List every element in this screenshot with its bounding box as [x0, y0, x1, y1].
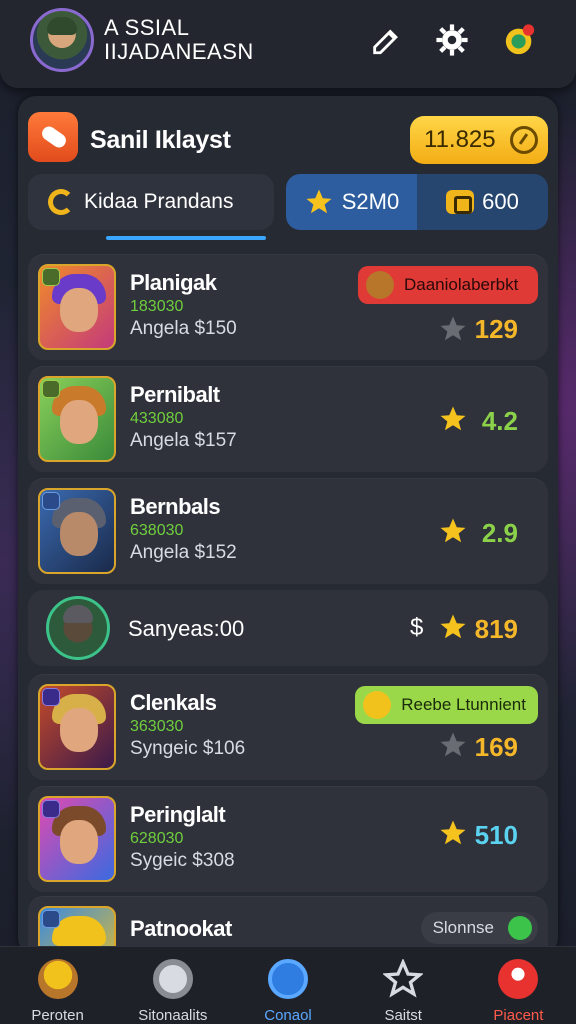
player-code: 183030: [130, 298, 184, 315]
stat-stars-value: S2M0: [341, 189, 400, 214]
player-score: 129: [474, 314, 518, 344]
player-subline: Angela $152: [130, 542, 237, 563]
hero-portrait: [38, 488, 116, 574]
gear-icon: [436, 24, 468, 56]
hero-portrait: [38, 796, 116, 882]
player-subline: Angela $157: [130, 430, 237, 451]
active-tab-indicator: [106, 236, 266, 240]
tab-primary[interactable]: Kidaa Prandans: [28, 174, 274, 230]
refresh-icon: [48, 189, 74, 215]
player-name: Bernbals: [130, 494, 221, 519]
stat-tickets[interactable]: 600: [417, 174, 548, 230]
list-item[interactable]: Pernibalt 433080 Angela $157 4.2: [28, 366, 548, 472]
main-panel: Sanil Iklayst 11.825 Kidaa Prandans S2M0…: [18, 96, 558, 956]
heart-icon: [152, 959, 193, 999]
notification-icon: [505, 24, 535, 55]
status-tag[interactable]: Slonnse: [420, 912, 538, 944]
player-code: 433080: [130, 410, 184, 427]
list-item[interactable]: Bernbals 638030 Angela $152 2.9: [28, 478, 548, 584]
summary-row[interactable]: Sanyeas:00 $ 819: [28, 590, 548, 666]
bottom-nav: Peroten Sitonaalits Conaol Saitst Piacen…: [0, 946, 576, 1024]
player-subline: Sygeic $308: [130, 850, 235, 871]
pencil-icon: [373, 29, 398, 55]
play-icon: [508, 916, 532, 940]
stat-tickets-value: 600: [482, 189, 519, 214]
summary-score: 819: [474, 614, 518, 644]
nav-label: Sitonaalits: [138, 1007, 208, 1024]
player-score: 169: [474, 732, 518, 762]
player-name: Peringlalt: [130, 802, 226, 827]
notification-button[interactable]: [500, 20, 540, 60]
nav-item-social[interactable]: Sitonaalits: [115, 947, 230, 1024]
badge-icon: [363, 691, 392, 719]
clock-icon: [510, 126, 538, 154]
tab-primary-label: Kidaa Prandans: [84, 190, 234, 213]
star-icon: [306, 189, 332, 214]
nav-item-favorites[interactable]: Saitst: [346, 947, 461, 1024]
player-score: 2.9: [481, 518, 518, 548]
hero-portrait: [38, 264, 116, 350]
star-icon: [440, 614, 466, 639]
coins-balance[interactable]: 11.825: [410, 116, 548, 164]
star-icon: [440, 732, 466, 757]
class-badge-icon: [42, 800, 60, 818]
nav-label: Conaol: [264, 1007, 312, 1024]
stat-group: S2M0 600: [286, 174, 548, 230]
nav-item-heroes[interactable]: Peroten: [0, 947, 115, 1024]
list-item[interactable]: Clenkals 363030 Syngeic $106 Reebe Ltunn…: [28, 674, 548, 780]
nav-label: Piacent: [493, 1007, 544, 1024]
star-icon: [383, 959, 424, 998]
player-code: 363030: [130, 718, 184, 735]
list-item[interactable]: Planigak 183030 Angela $150 Daaniolaberb…: [28, 254, 548, 360]
class-badge-icon: [42, 380, 60, 398]
nav-label: Saitst: [384, 1007, 422, 1024]
currency-symbol: $: [410, 614, 424, 641]
app-title: Sanil Iklayst: [90, 126, 231, 154]
profile-icon: [498, 959, 539, 999]
stat-stars[interactable]: S2M0: [286, 174, 417, 230]
status-tag[interactable]: Daaniolaberbkt: [358, 266, 538, 304]
player-subline: Syngeic $106: [130, 738, 246, 759]
class-badge-icon: [42, 492, 60, 510]
class-badge-icon: [42, 268, 60, 286]
player-code: 628030: [130, 830, 184, 847]
nav-label: Peroten: [31, 1007, 84, 1024]
player-name: Patnookat: [130, 916, 232, 941]
hero-portrait: [38, 376, 116, 462]
profile-avatar[interactable]: [30, 8, 94, 72]
class-badge-icon: [42, 688, 60, 706]
class-badge-icon: [42, 910, 60, 928]
player-code: 638030: [130, 522, 184, 539]
player-name: Pernibalt: [130, 382, 220, 407]
player-name: Clenkals: [130, 690, 217, 715]
app-title-row: Sanil Iklayst 11.825: [28, 106, 548, 166]
home-icon: [268, 959, 308, 999]
summary-avatar: [46, 596, 110, 660]
app-logo-icon: [28, 112, 78, 162]
star-icon: [440, 820, 466, 845]
settings-button[interactable]: [432, 20, 472, 60]
star-icon: [440, 518, 466, 543]
hero-portrait: [38, 684, 116, 770]
player-score: 510: [474, 820, 518, 850]
star-icon: [440, 406, 466, 431]
edit-button[interactable]: [366, 20, 406, 60]
status-tag[interactable]: Reebe Ltunnient: [355, 686, 538, 724]
player-score: 4.2: [481, 406, 518, 436]
summary-text: Sanyeas:00: [128, 616, 245, 641]
ticket-icon: [446, 190, 475, 214]
nav-item-profile[interactable]: Piacent: [461, 947, 576, 1024]
coins-value: 11.825: [424, 126, 496, 153]
star-icon: [440, 316, 466, 341]
top-header: A SSIAL IIJADANEASN: [0, 0, 576, 88]
profile-name: A SSIAL IIJADANEASN: [104, 15, 254, 64]
player-subline: Angela $150: [130, 318, 237, 339]
hero-icon: [37, 959, 78, 999]
player-name: Planigak: [130, 270, 217, 295]
lion-icon: [366, 271, 394, 299]
nav-item-home[interactable]: Conaol: [230, 947, 345, 1024]
list-item[interactable]: Peringlalt 628030 Sygeic $308 510: [28, 786, 548, 892]
